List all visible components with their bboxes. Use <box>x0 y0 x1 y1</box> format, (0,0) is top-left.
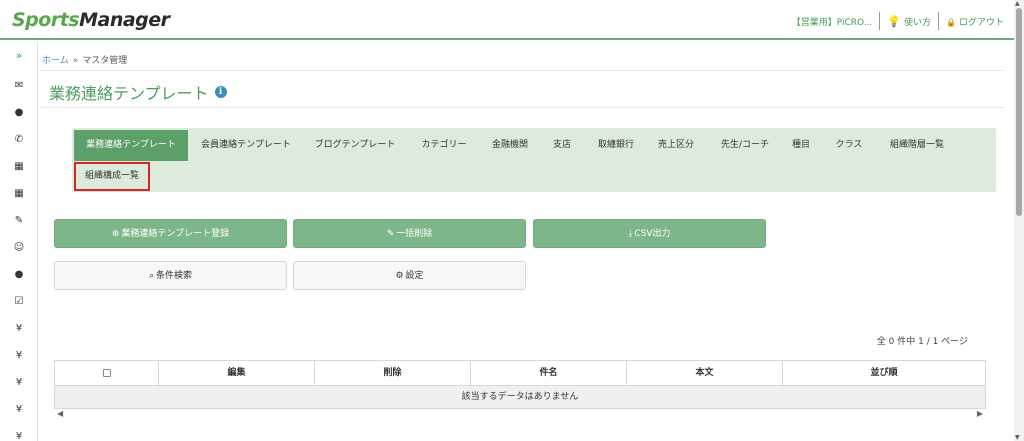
chat-bubble-icon[interactable]: ● <box>0 107 38 119</box>
table-header: 編集 削除 件名 本文 並び順 <box>55 361 985 386</box>
scroll-right-icon[interactable]: ▶ <box>977 409 983 418</box>
highlight-box <box>74 162 150 191</box>
lightbulb-icon: 💡 <box>887 14 901 28</box>
csv-export-button[interactable]: ⤓ CSV出力 <box>533 219 766 248</box>
download-icon: ⤓ <box>628 229 633 239</box>
yen-icon[interactable]: ¥ <box>0 323 38 335</box>
checkbox-icon[interactable]: ☑ <box>0 296 38 308</box>
pencil-icon: ✎ <box>386 229 395 239</box>
tab-member-template[interactable]: 会員連絡テンプレート <box>194 130 298 161</box>
account-link[interactable]: 【営業用】PiCRO... <box>792 15 873 28</box>
tab-category[interactable]: カテゴリー <box>414 130 474 161</box>
breadcrumb-home[interactable]: ホーム <box>42 56 69 66</box>
scroll-down-icon[interactable]: ▼ <box>1015 434 1020 441</box>
template-table: 編集 削除 件名 本文 並び順 該当するデータはありません <box>54 360 986 409</box>
breadcrumb: ホーム» マスタ管理 <box>42 53 127 66</box>
info-icon[interactable]: i <box>214 86 227 98</box>
bulk-delete-button[interactable]: ✎ 一括削除 <box>293 219 526 248</box>
tab-financial-institution[interactable]: 金融機関 <box>486 130 534 161</box>
sportsmanager-logo[interactable]: SportsManager <box>12 9 170 31</box>
divider <box>40 107 1004 108</box>
sidebar-toggle[interactable]: » <box>0 50 38 62</box>
pencil-icon[interactable]: ✎ <box>0 215 38 227</box>
select-all-cell <box>55 361 159 386</box>
vertical-scrollbar[interactable]: ▲ ▼ <box>1014 0 1024 441</box>
tab-collection-bank[interactable]: 取纏銀行 <box>590 130 642 161</box>
breadcrumb-current: マスタ管理 <box>82 56 128 66</box>
tab-class[interactable]: クラス <box>828 130 870 161</box>
column-header-subject[interactable]: 件名 <box>471 361 627 386</box>
tab-event[interactable]: 種目 <box>786 130 816 161</box>
search-icon: ⌕ <box>148 271 155 281</box>
plus-circle-icon: ⊕ <box>111 229 120 239</box>
calendar-check-icon[interactable]: ▦ <box>0 188 38 200</box>
yen-icon[interactable]: ¥ <box>0 350 38 362</box>
pagination-count: 全 0 件中 1 / 1 ページ <box>876 337 968 347</box>
horizontal-scrollbar[interactable]: ◀ ▶ <box>54 408 986 420</box>
header-actions: 【営業用】PiCRO... 💡 使い方 🔒 ログアウト <box>792 12 1004 30</box>
sidebar: » ✉ ● ✆ ▦ ▦ ✎ ☺ ● ☑ ¥ ¥ ¥ ¥ ¥ <box>0 42 38 441</box>
divider <box>40 70 1004 71</box>
empty-row: 該当するデータはありません <box>55 386 985 408</box>
breadcrumb-separator: » <box>72 56 79 66</box>
settings-button[interactable]: ⚙ 設定 <box>293 261 526 290</box>
gear-icon: ⚙ <box>395 271 404 281</box>
tab-blog-template[interactable]: ブログテンプレート <box>308 130 402 161</box>
tab-business-template[interactable]: 業務連絡テンプレート <box>74 130 188 161</box>
register-template-button[interactable]: ⊕ 業務連絡テンプレート登録 <box>54 219 287 248</box>
select-all-checkbox[interactable] <box>102 368 111 377</box>
tab-sales-category[interactable]: 売上区分 <box>652 130 700 161</box>
search-conditions-button[interactable]: ⌕ 条件検索 <box>54 261 287 290</box>
scrollbar-thumb[interactable] <box>1016 8 1022 216</box>
yen-icon[interactable]: ¥ <box>0 377 38 389</box>
yen-icon[interactable]: ¥ <box>0 431 38 441</box>
column-header-delete[interactable]: 削除 <box>315 361 471 386</box>
yen-icon[interactable]: ¥ <box>0 404 38 416</box>
envelope-icon[interactable]: ✉ <box>0 80 38 92</box>
app-header: SportsManager 【営業用】PiCRO... 💡 使い方 🔒 ログアウト <box>0 0 1014 40</box>
divider <box>879 12 881 30</box>
column-header-order[interactable]: 並び順 <box>783 361 985 386</box>
column-header-edit[interactable]: 編集 <box>159 361 315 386</box>
lock-icon: 🔒 <box>946 17 956 27</box>
user-icon[interactable]: ● <box>0 269 38 281</box>
logout-link[interactable]: 🔒 ログアウト <box>946 15 1004 28</box>
calendar-icon[interactable]: ▦ <box>0 161 38 173</box>
tab-branch[interactable]: 支店 <box>544 130 580 161</box>
help-link[interactable]: 💡 使い方 <box>887 15 931 28</box>
phone-icon[interactable]: ✆ <box>0 134 38 146</box>
scroll-left-icon[interactable]: ◀ <box>57 409 63 418</box>
page-title: 業務連絡テンプレート i <box>49 80 227 104</box>
divider <box>938 12 940 30</box>
scroll-up-icon[interactable]: ▲ <box>1015 0 1020 7</box>
tab-teacher-coach[interactable]: 先生/コーチ <box>712 130 778 161</box>
tab-org-hierarchy[interactable]: 組織階層一覧 <box>880 130 954 161</box>
smiley-icon[interactable]: ☺ <box>0 242 38 254</box>
column-header-body[interactable]: 本文 <box>627 361 783 386</box>
master-tabs: 業務連絡テンプレート 会員連絡テンプレート ブログテンプレート カテゴリー 金融… <box>72 128 996 192</box>
